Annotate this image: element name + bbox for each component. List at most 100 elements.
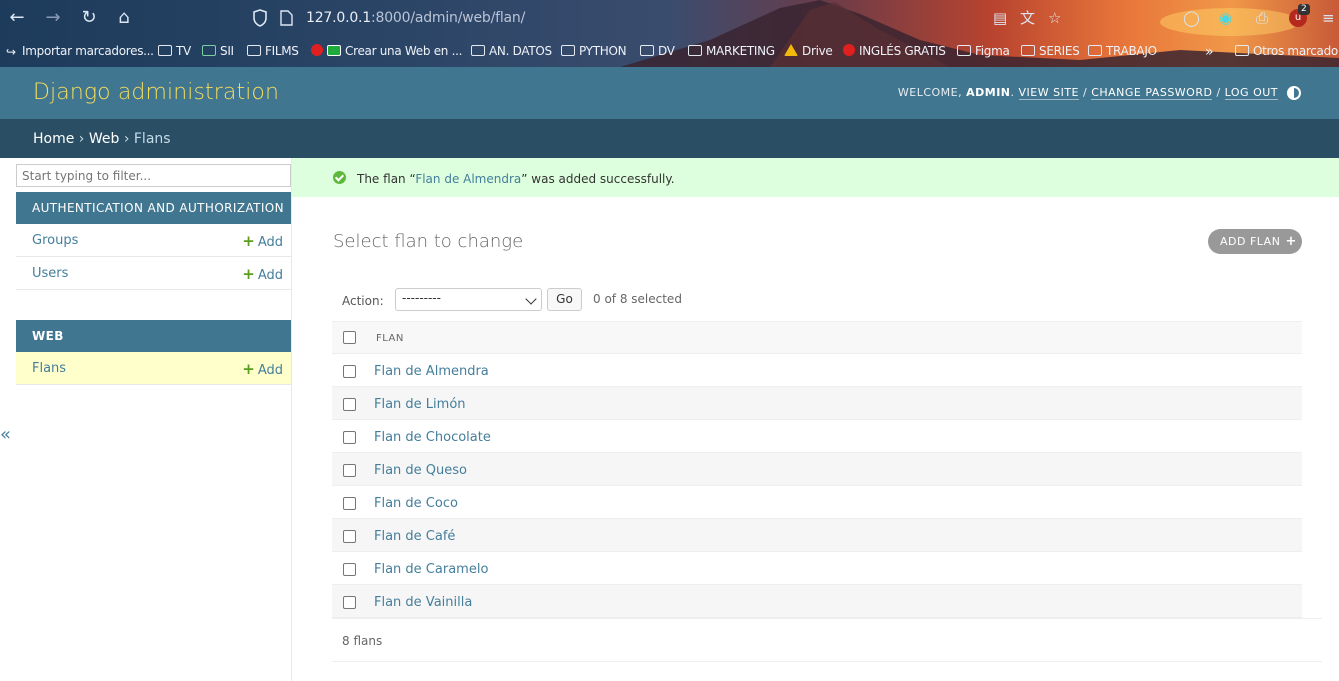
plus-icon: +: [242, 232, 255, 250]
bookmark-folder-dv[interactable]: DV: [640, 44, 675, 58]
row-checkbox[interactable]: [343, 563, 356, 576]
go-button[interactable]: Go: [547, 288, 582, 311]
table-row: Flan de Almendra: [332, 354, 1302, 387]
chevron-down-icon: [525, 293, 537, 305]
folder-icon: [688, 45, 702, 56]
row-link[interactable]: Flan de Vainilla: [374, 595, 472, 610]
add-flan-sidebar-button[interactable]: + Add: [242, 360, 283, 378]
row-link[interactable]: Flan de Coco: [374, 496, 458, 511]
sidebar-item-users: Users + Add: [16, 257, 291, 290]
bookmark-folder-otros[interactable]: Otros marcadores: [1235, 44, 1339, 58]
added-object-link[interactable]: Flan de Almendra: [415, 172, 521, 186]
module-caption-auth[interactable]: AUTHENTICATION AND AUTHORIZATION: [16, 192, 291, 224]
row-link[interactable]: Flan de Café: [374, 529, 455, 544]
folder-icon: [1235, 45, 1249, 56]
table-row: Flan de Chocolate: [332, 420, 1302, 453]
pocket-icon[interactable]: ◯: [1183, 9, 1200, 27]
folder-icon: [471, 45, 485, 56]
change-password-link[interactable]: CHANGE PASSWORD: [1091, 86, 1213, 100]
actions-bar: Action: --------- Go 0 of 8 selected: [332, 284, 1302, 322]
select-all-checkbox[interactable]: [343, 331, 356, 344]
bookmark-drive[interactable]: Drive: [784, 44, 833, 58]
paginator: 8 flans: [332, 618, 1322, 662]
table-row: Flan de Coco: [332, 486, 1302, 519]
username: ADMIN: [966, 86, 1011, 99]
forward-icon[interactable]: →: [43, 8, 63, 28]
plus-icon: +: [242, 360, 255, 378]
account-icon[interactable]: ◉: [1219, 9, 1232, 27]
bookmarks-bar: ↪ Importar marcadores... TV SII FILMS Cre…: [0, 42, 1339, 62]
row-link[interactable]: Flan de Chocolate: [374, 430, 491, 445]
bookmark-sii[interactable]: SII: [202, 44, 234, 58]
row-link[interactable]: Flan de Limón: [374, 397, 466, 412]
table-row: Flan de Caramelo: [332, 552, 1302, 585]
log-out-link[interactable]: LOG OUT: [1224, 86, 1278, 100]
nav-sidebar: AUTHENTICATION AND AUTHORIZATION Groups …: [16, 158, 292, 681]
table-row: Flan de Vainilla: [332, 585, 1302, 618]
bookmarks-overflow-icon[interactable]: »: [1205, 44, 1214, 60]
row-checkbox[interactable]: [343, 431, 356, 444]
row-checkbox[interactable]: [343, 530, 356, 543]
sidebar-item-flans: Flans + Add: [16, 352, 291, 385]
view-site-link[interactable]: VIEW SITE: [1018, 86, 1079, 100]
bookmark-crear-web[interactable]: Crear una Web en ...: [311, 44, 462, 58]
admin-header: Django administration WELCOME, ADMIN. VI…: [0, 67, 1339, 119]
row-link[interactable]: Flan de Almendra: [374, 364, 489, 379]
back-icon[interactable]: ←: [7, 8, 27, 28]
breadcrumb-web[interactable]: Web: [89, 131, 120, 147]
row-checkbox[interactable]: [343, 464, 356, 477]
row-link[interactable]: Flan de Caramelo: [374, 562, 488, 577]
sidebar-item-groups-link[interactable]: Groups: [32, 233, 78, 248]
checkbox-icon: [327, 45, 341, 56]
module-auth: AUTHENTICATION AND AUTHORIZATION Groups …: [16, 192, 291, 290]
bookmark-folder-an-datos[interactable]: AN. DATOS: [471, 44, 552, 58]
translate-icon[interactable]: 文: [1020, 9, 1035, 27]
folder-icon: [640, 45, 654, 56]
breadcrumb-current: Flans: [133, 131, 171, 147]
bookmark-folder-figma[interactable]: Figma: [957, 44, 1010, 58]
sidebar-item-flans-link[interactable]: Flans: [32, 361, 66, 376]
bookmark-folder-films[interactable]: FILMS: [247, 44, 299, 58]
theme-toggle-icon[interactable]: [1287, 86, 1301, 100]
sidebar-item-users-link[interactable]: Users: [32, 266, 68, 281]
tracking-shield-icon[interactable]: [252, 9, 268, 27]
site-branding[interactable]: Django administration: [33, 80, 279, 105]
module-caption-web[interactable]: WEB: [16, 320, 291, 352]
bookmark-star-icon[interactable]: ☆: [1048, 9, 1061, 27]
success-message-text: The flan “Flan de Almendra” was added su…: [357, 172, 675, 186]
bookmark-import[interactable]: ↪ Importar marcadores...: [6, 44, 154, 59]
reload-icon[interactable]: ↻: [79, 8, 99, 28]
row-checkbox[interactable]: [343, 497, 356, 510]
add-flan-button[interactable]: ADD FLAN +: [1208, 229, 1302, 254]
bookmark-folder-python[interactable]: PYTHON: [561, 44, 627, 58]
column-header-flan[interactable]: FLAN: [376, 333, 404, 344]
user-tools: WELCOME, ADMIN. VIEW SITE / CHANGE PASSW…: [897, 86, 1278, 100]
bookmark-folder-marketing[interactable]: MARKETING: [688, 44, 775, 58]
nav-filter-input[interactable]: [16, 164, 291, 187]
table-row: Flan de Limón: [332, 387, 1302, 420]
row-checkbox[interactable]: [343, 596, 356, 609]
add-group-button[interactable]: + Add: [242, 232, 283, 250]
add-user-button[interactable]: + Add: [242, 265, 283, 283]
folder-icon: [561, 45, 575, 56]
folder-icon: [247, 45, 261, 56]
welcome-text: WELCOME,: [897, 86, 963, 99]
action-select[interactable]: ---------: [395, 288, 542, 311]
url-text[interactable]: 127.0.0.1:8000/admin/web/flan/: [306, 10, 525, 26]
page-info-icon[interactable]: [280, 10, 293, 26]
sidebar-collapse-toggle[interactable]: «: [0, 424, 11, 445]
folder-icon: [1021, 45, 1035, 56]
row-checkbox[interactable]: [343, 365, 356, 378]
breadcrumb-home[interactable]: Home: [33, 131, 74, 147]
bookmark-ingles-gratis[interactable]: INGLÉS GRATIS: [843, 44, 946, 58]
extensions-icon[interactable]: ⎙: [1256, 9, 1268, 27]
url-bar[interactable]: 127.0.0.1:8000/admin/web/flan/: [250, 7, 840, 31]
bookmark-folder-series[interactable]: SERIES: [1021, 44, 1080, 58]
menu-icon[interactable]: ≡: [1322, 9, 1335, 27]
home-icon[interactable]: ⌂: [114, 8, 134, 28]
reader-view-icon[interactable]: ▤: [993, 9, 1007, 27]
row-link[interactable]: Flan de Queso: [374, 463, 467, 478]
bookmark-folder-trabajo[interactable]: TRABAJO: [1088, 44, 1157, 58]
row-checkbox[interactable]: [343, 398, 356, 411]
bookmark-folder-tv[interactable]: TV: [158, 44, 191, 58]
